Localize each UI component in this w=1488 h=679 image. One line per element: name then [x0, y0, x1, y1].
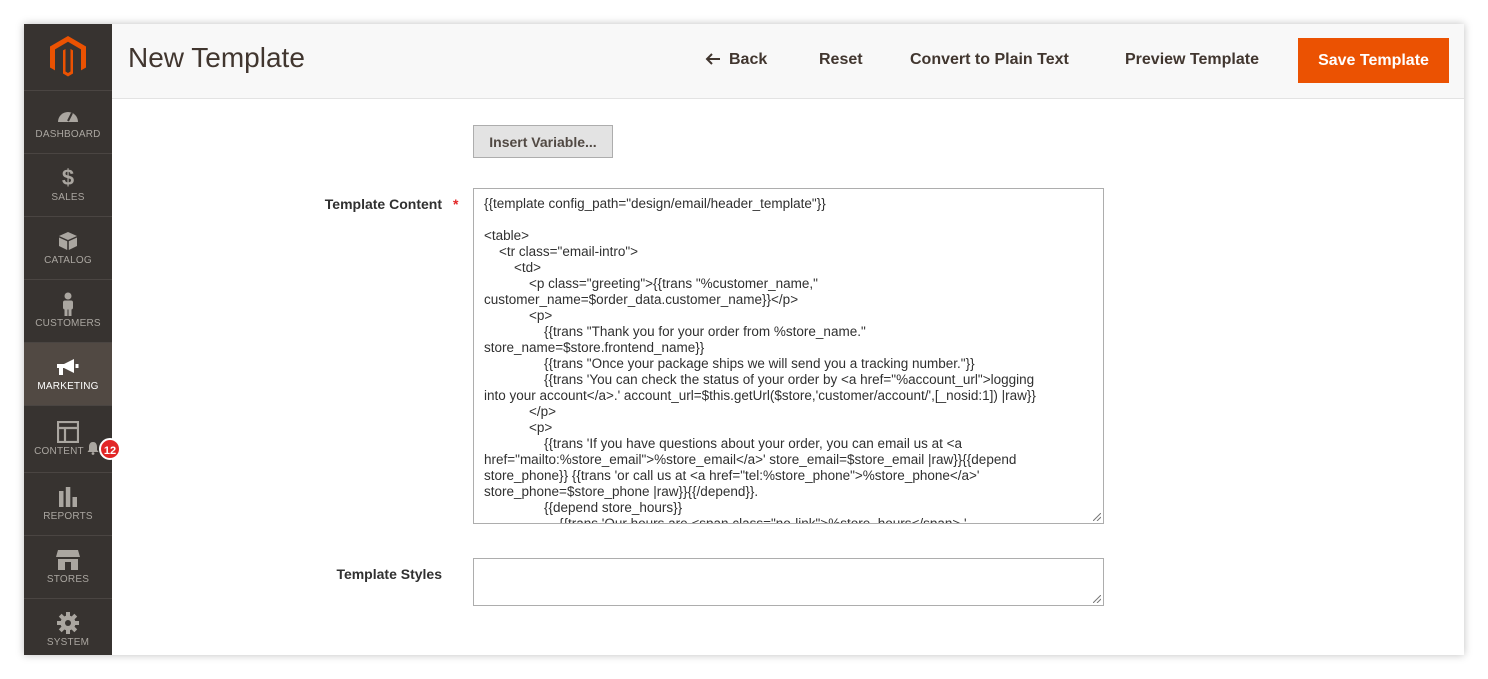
sidebar-item-label: CATALOG	[44, 255, 92, 266]
template-styles-text	[474, 559, 1103, 573]
template-content-label: Template Content	[324, 196, 442, 212]
code-line: <p>	[484, 420, 553, 435]
back-label: Back	[729, 51, 768, 68]
sidebar-item-label: DASHBOARD	[35, 129, 101, 140]
reset-button[interactable]: Reset	[819, 50, 863, 70]
admin-sidebar: DASHBOARD $ SALES CATALOG CUSTOMERS MARK…	[24, 24, 121, 655]
code-line: <tr class="email-intro">	[484, 244, 639, 259]
sidebar-item-content[interactable]: CONTENT 12	[24, 406, 121, 473]
sidebar-item-dashboard[interactable]: DASHBOARD	[24, 91, 112, 154]
admin-window: DASHBOARD $ SALES CATALOG CUSTOMERS MARK…	[24, 24, 1464, 655]
layout-icon	[57, 421, 79, 443]
storefront-icon	[56, 549, 80, 571]
sidebar-item-sales[interactable]: $ SALES	[24, 154, 112, 217]
sidebar-item-label: SYSTEM	[46, 637, 90, 648]
code-line: {{trans "Once your package ships we will…	[484, 356, 975, 371]
sidebar-item-label: SALES	[51, 192, 85, 203]
code-line: customer_name=$order_data.customer_name}…	[484, 292, 799, 307]
resize-handle-icon[interactable]	[1093, 595, 1101, 603]
back-button[interactable]: Back	[705, 50, 767, 71]
sidebar-item-label: CUSTOMERS	[35, 318, 101, 329]
code-line: <table>	[484, 228, 530, 243]
preview-template-button[interactable]: Preview Template	[1125, 50, 1259, 70]
sidebar-item-system[interactable]: SYSTEM	[24, 599, 112, 655]
code-line: store_phone=$store_phone |raw}}{{/depend…	[484, 484, 759, 499]
sidebar-item-customers[interactable]: CUSTOMERS	[24, 280, 112, 343]
box-icon	[58, 230, 78, 252]
page-header: New Template Back Reset Convert to Plain…	[112, 24, 1464, 99]
insert-variable-button[interactable]: Insert Variable...	[473, 125, 613, 158]
sidebar-item-reports[interactable]: REPORTS	[24, 473, 112, 536]
template-content-text: {{template config_path="design/email/hea…	[474, 189, 1103, 524]
code-line: <p>	[484, 308, 553, 323]
template-form: Insert Variable... Template Content * {{…	[112, 99, 1464, 655]
sidebar-item-stores[interactable]: STORES	[24, 536, 112, 599]
dashboard-icon	[57, 104, 79, 126]
code-line: {{trans "Thank you for your order from %…	[484, 324, 866, 339]
template-styles-label: Template Styles	[336, 566, 442, 582]
code-line: <p class="greeting">{{trans "%customer_n…	[484, 276, 818, 291]
sidebar-item-label: MARKETING	[37, 381, 99, 392]
sidebar-item-catalog[interactable]: CATALOG	[24, 217, 112, 280]
save-template-button[interactable]: Save Template	[1298, 38, 1449, 83]
gear-icon	[57, 612, 79, 634]
dollar-icon: $	[61, 165, 75, 190]
code-line: into your account</a>.' account_url=$thi…	[484, 388, 1036, 403]
megaphone-icon	[56, 356, 80, 378]
convert-plain-text-button[interactable]: Convert to Plain Text	[910, 50, 1069, 70]
sidebar-item-label: STORES	[46, 574, 90, 585]
code-line: </p>	[484, 404, 557, 419]
code-line: {{depend store_hours}}	[484, 500, 683, 515]
template-styles-textarea[interactable]	[473, 558, 1104, 606]
magento-logo-icon	[50, 36, 86, 77]
magento-logo[interactable]	[24, 24, 112, 91]
bell-icon[interactable]	[87, 441, 99, 455]
arrow-left-icon	[705, 51, 720, 71]
template-content-textarea[interactable]: {{template config_path="design/email/hea…	[473, 188, 1104, 524]
code-line: {{trans 'Our hours are <span class="no-l…	[484, 516, 967, 524]
code-line: <td>	[484, 260, 542, 275]
page-title: New Template	[128, 42, 305, 73]
sidebar-item-label: REPORTS	[43, 511, 93, 522]
code-line: {{template config_path="design/email/hea…	[484, 196, 826, 211]
code-line: {{trans 'If you have questions about you…	[484, 436, 962, 451]
sidebar-item-label: CONTENT	[34, 446, 84, 457]
resize-handle-icon[interactable]	[1093, 513, 1101, 521]
required-mark: *	[453, 196, 459, 212]
person-icon	[61, 292, 75, 316]
sidebar-item-marketing[interactable]: MARKETING	[24, 343, 112, 406]
bar-chart-icon	[58, 486, 78, 508]
code-line: {{trans 'You can check the status of you…	[484, 372, 1035, 387]
code-line: href="mailto:%store_email">%store_email<…	[484, 452, 1017, 467]
code-line: store_name=$store.frontend_name}}	[484, 340, 705, 355]
code-line: store_phone}} {{trans 'or call us at <a …	[484, 468, 980, 483]
